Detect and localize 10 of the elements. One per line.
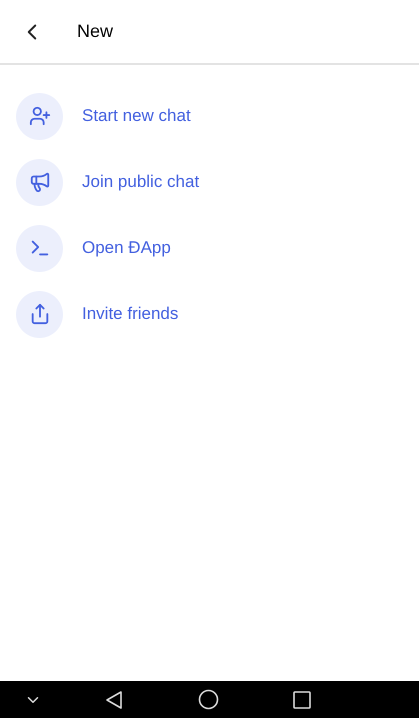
- menu-item[interactable]: Invite friends: [0, 281, 419, 347]
- home-nav-icon[interactable]: [198, 689, 219, 710]
- recents-nav-icon[interactable]: [293, 690, 311, 708]
- menu-item[interactable]: Join public chat: [0, 149, 419, 215]
- back-nav-icon[interactable]: [105, 690, 123, 710]
- megaphone-icon: [28, 171, 50, 193]
- menu-item[interactable]: Start new chat: [0, 83, 419, 149]
- menu-item[interactable]: Open ĐApp: [0, 215, 419, 281]
- add-user-icon: [28, 105, 50, 127]
- page-title: New: [77, 20, 114, 43]
